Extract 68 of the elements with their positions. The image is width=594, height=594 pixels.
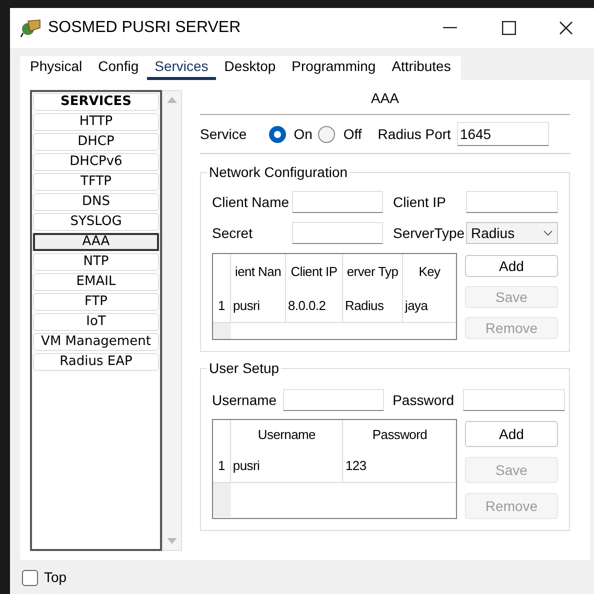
row-header — [213, 483, 231, 517]
table-cell-text: 123 — [344, 456, 368, 475]
table-cell: pusri — [231, 289, 286, 322]
window-title: SOSMED PUSRI SERVER — [48, 18, 241, 38]
column-header: Client IP — [286, 254, 343, 289]
radio-label: On — [294, 124, 312, 144]
field-label: Client IP — [392, 192, 447, 212]
field-label: Client Name — [212, 192, 290, 212]
radio-button[interactable] — [318, 126, 336, 142]
action-button[interactable]: Add — [465, 255, 558, 277]
input-field[interactable] — [463, 389, 566, 411]
input-field[interactable] — [292, 222, 383, 244]
scrollbar[interactable] — [162, 90, 182, 551]
input-field[interactable] — [292, 191, 383, 213]
radio-label: Off — [343, 124, 362, 144]
input-field[interactable] — [282, 389, 384, 411]
input-field[interactable] — [466, 191, 558, 213]
radio-button[interactable] — [268, 126, 286, 142]
tab[interactable]: Desktop — [216, 56, 284, 80]
field-label: ServerType — [392, 224, 466, 243]
service-item[interactable]: Radius EAP — [33, 353, 159, 371]
list-heading: SERVICES — [33, 93, 159, 111]
service-label: Service — [200, 124, 247, 144]
checkbox-label: Top — [44, 568, 67, 587]
tab[interactable]: Programming — [284, 56, 384, 80]
field-label: Username — [212, 390, 277, 410]
service-item[interactable]: DHCPv6 — [33, 153, 159, 171]
service-item[interactable]: NTP — [33, 253, 159, 271]
service-item[interactable]: IoT — [33, 313, 159, 331]
row-header — [213, 323, 231, 339]
port-label: Radius Port — [378, 124, 451, 144]
column-header: ient Nan — [231, 254, 286, 289]
scroll-down-icon — [167, 538, 177, 544]
service-item[interactable]: AAA — [33, 233, 159, 251]
field-label: Secret — [212, 224, 254, 242]
scroll-up-icon — [167, 97, 177, 103]
tab[interactable]: Config — [90, 56, 147, 80]
column-header: Key — [418, 262, 442, 281]
table-cell: 8.0.0.2 — [286, 289, 343, 322]
service-item[interactable]: VM Management — [33, 333, 159, 351]
server-icon — [20, 18, 42, 38]
chevron-icon — [543, 230, 553, 236]
service-item[interactable]: TFTP — [33, 173, 159, 191]
table-cell: pusri — [230, 449, 344, 482]
panel-title: AAA — [370, 89, 400, 106]
service-item[interactable]: DHCP — [33, 133, 159, 151]
port-field[interactable]: 1645 — [456, 122, 549, 146]
row-number: 1 — [213, 449, 231, 482]
close-icon — [559, 21, 573, 35]
service-item[interactable]: DNS — [33, 193, 159, 211]
column-header: Password — [371, 426, 428, 444]
service-item[interactable]: EMAIL — [33, 273, 159, 291]
row-number: 1 — [213, 289, 231, 322]
service-item[interactable]: HTTP — [33, 113, 159, 131]
server-type-dropdown[interactable]: Radius — [466, 222, 558, 244]
checkbox[interactable] — [22, 570, 38, 586]
table-cell-text: jaya — [404, 296, 429, 315]
column-header: Username — [230, 420, 344, 449]
field-label: Password — [392, 390, 454, 410]
table-cell: Radius — [343, 289, 403, 322]
tab[interactable]: Attributes — [384, 56, 459, 80]
tab[interactable]: Physical — [22, 56, 90, 80]
action-button[interactable]: Add — [465, 421, 558, 447]
minimize-icon — [443, 27, 457, 29]
service-item[interactable]: FTP — [33, 293, 159, 311]
maximize-icon — [502, 21, 516, 35]
service-item[interactable]: SYSLOG — [33, 213, 159, 231]
column-header: erver Typ — [343, 254, 403, 289]
